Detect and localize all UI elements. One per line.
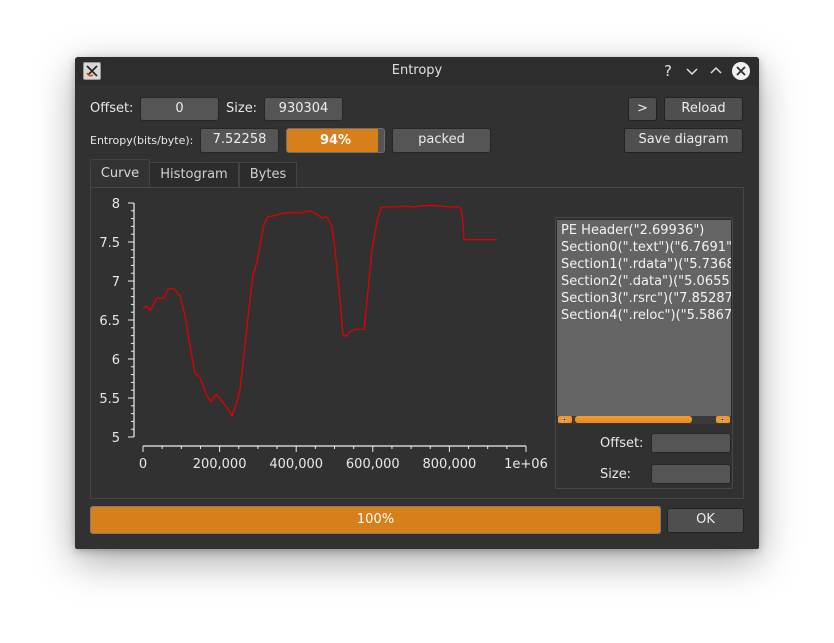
section-size-field[interactable] <box>651 464 731 484</box>
y-tick-label: 7 <box>112 275 120 290</box>
x-tick-label: 400,000 <box>269 457 323 472</box>
y-tick-label: 5 <box>112 431 120 446</box>
scroll-right-arrow-icon[interactable] <box>716 416 730 423</box>
x-tick-label: 600,000 <box>346 457 400 472</box>
x-tick-label: 800,000 <box>423 457 477 472</box>
ok-button[interactable]: OK <box>667 508 744 533</box>
entropy-curve-line <box>142 204 497 417</box>
section-item[interactable]: Section1(".rdata")("5.7368 <box>557 256 731 273</box>
x-tick-label: 200,000 <box>193 457 247 472</box>
x-tick-label: 1e+06 <box>504 457 548 472</box>
section-offset-field[interactable] <box>651 433 731 453</box>
y-tick-label: 5.5 <box>99 392 120 407</box>
scrollbar-thumb[interactable] <box>575 416 692 423</box>
scroll-left-arrow-icon[interactable] <box>558 416 572 423</box>
section-offset-label: Offset: <box>600 436 644 451</box>
section-item[interactable]: Section3(".rsrc")("7.85287 <box>557 290 731 307</box>
section-item[interactable]: Section4(".reloc")("5.5867 <box>557 307 731 324</box>
section-item[interactable]: Section2(".data")("5.0655 <box>557 273 731 290</box>
entropy-dialog: Entropy ? Offset: 0 Size: 930304 > Reloa… <box>75 57 759 549</box>
sections-list[interactable]: PE Header("2.69936") Section0(".text")("… <box>556 219 732 424</box>
y-tick-label: 6 <box>112 353 120 368</box>
y-tick-label: 7.5 <box>99 236 120 251</box>
y-tick-label: 8 <box>112 197 120 212</box>
section-size-label: Size: <box>600 467 632 482</box>
section-item[interactable]: Section0(".text")("6.7691" <box>557 239 731 256</box>
progress-label: 100% <box>356 512 395 527</box>
x-tick-label: 0 <box>139 457 147 472</box>
sections-horizontal-scrollbar[interactable] <box>557 416 731 424</box>
progress-bar: 100% <box>90 506 661 534</box>
section-item[interactable]: PE Header("2.69936") <box>557 222 731 239</box>
y-tick-label: 6.5 <box>99 314 120 329</box>
